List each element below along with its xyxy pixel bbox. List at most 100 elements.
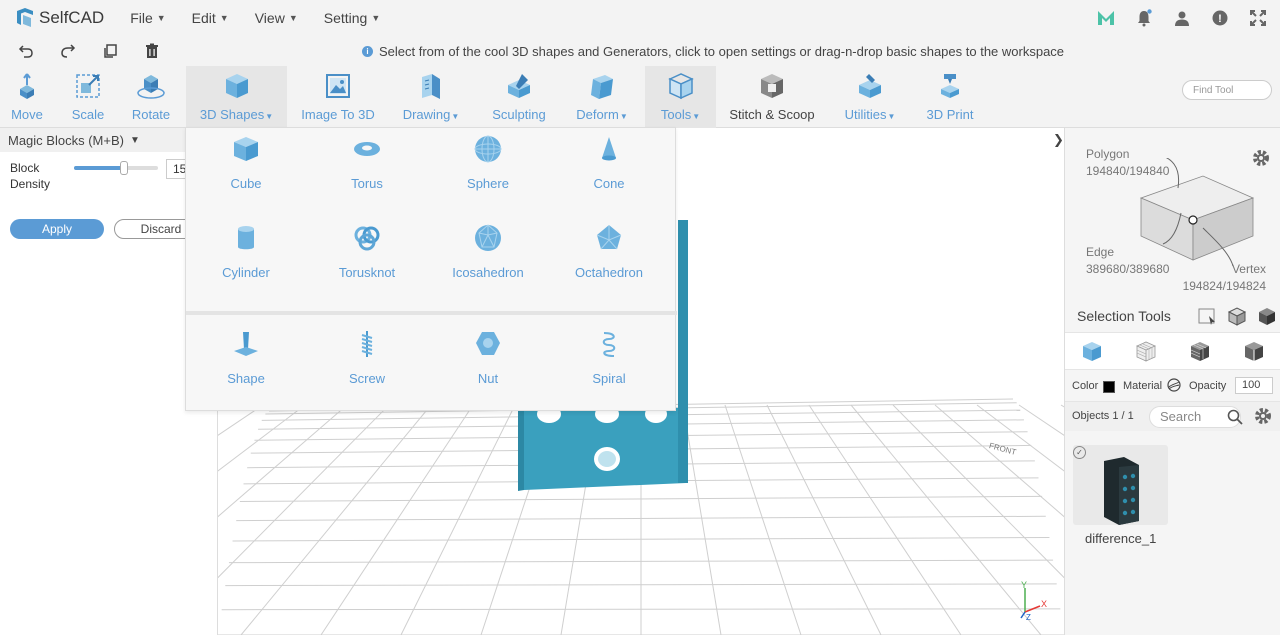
- chevron-down-icon: ▼: [371, 13, 381, 23]
- object-name: difference_1: [1085, 531, 1157, 546]
- scale-icon: [76, 74, 100, 98]
- user-avatar-icon[interactable]: [1170, 6, 1194, 30]
- app-logo[interactable]: SelfCAD: [14, 7, 104, 29]
- tool-move[interactable]: Move: [6, 66, 48, 128]
- main-toolbar: Move Scale Rotate 3D Shapes▼ Image To 3D…: [0, 66, 1280, 128]
- select-all-icon[interactable]: [1257, 306, 1277, 326]
- shape-cylinder[interactable]: Cylinder: [186, 223, 306, 280]
- shape-screw[interactable]: Screw: [307, 329, 427, 386]
- svg-text:!: !: [1218, 13, 1222, 25]
- cylinder-icon: [238, 226, 254, 250]
- selection-modes: [1065, 332, 1280, 370]
- tool-3d-shapes[interactable]: 3D Shapes▼: [186, 66, 287, 128]
- shape-shape[interactable]: Shape: [186, 329, 306, 386]
- nut-icon: [476, 332, 500, 355]
- face-mode-icon[interactable]: [1135, 340, 1157, 362]
- menu-setting[interactable]: Setting ▼: [324, 10, 381, 26]
- object-mode-icon[interactable]: [1081, 340, 1103, 362]
- shape-icosahedron[interactable]: Icosahedron: [428, 223, 548, 280]
- drawing-icon: [422, 74, 440, 99]
- help-icon[interactable]: !: [1208, 6, 1232, 30]
- select-box-icon[interactable]: [1197, 306, 1217, 326]
- opacity-label: Opacity: [1189, 380, 1227, 392]
- icosahedron-icon: [475, 224, 501, 251]
- sphere-icon: [474, 135, 502, 163]
- copy-icon[interactable]: [100, 41, 120, 61]
- m-brand-icon[interactable]: [1094, 6, 1118, 30]
- menubar: SelfCAD File ▼ Edit ▼ View ▼ Setting ▼ !: [0, 0, 1280, 36]
- 3d-shapes-menu: Cube Torus Sphere Cone Cylinder Toruskno…: [185, 127, 677, 411]
- notification-bell-icon[interactable]: [1132, 6, 1156, 30]
- tool-stitch-scoop[interactable]: Stitch & Scoop: [728, 66, 816, 128]
- chevron-down-icon: ▼: [451, 112, 460, 121]
- tool-drawing[interactable]: Drawing▼: [398, 66, 464, 128]
- octahedron-icon: [596, 225, 622, 250]
- menu-view[interactable]: View ▼: [255, 10, 298, 26]
- tool-sculpting[interactable]: Sculpting: [487, 66, 551, 128]
- slider-handle[interactable]: [120, 161, 129, 175]
- chevron-down-icon: ▼: [619, 112, 628, 121]
- object-settings-gear-icon[interactable]: [1253, 406, 1273, 426]
- opacity-input[interactable]: 100: [1235, 377, 1273, 394]
- redo-icon[interactable]: [58, 41, 78, 61]
- object-visible-check-icon[interactable]: ✓: [1073, 446, 1086, 459]
- settings-gear-icon[interactable]: [1251, 148, 1271, 171]
- tool-tools[interactable]: Tools▼: [645, 66, 716, 128]
- fullscreen-icon[interactable]: [1246, 6, 1270, 30]
- torus-icon: [354, 142, 380, 156]
- material-icon[interactable]: [1167, 378, 1181, 392]
- hint-bar: i Select from of the cool 3D shapes and …: [362, 44, 1064, 59]
- tools-icon: [667, 73, 694, 100]
- find-tool-input[interactable]: Find Tool: [1182, 80, 1272, 100]
- shape-cone[interactable]: Cone: [549, 134, 669, 191]
- trash-icon[interactable]: [142, 41, 162, 61]
- tool-image-to-3d[interactable]: Image To 3D: [299, 66, 377, 128]
- search-icon[interactable]: [1227, 409, 1243, 425]
- chevron-down-icon: ▼: [129, 134, 140, 146]
- menu-file[interactable]: File ▼: [130, 10, 165, 26]
- shape-octahedron[interactable]: Octahedron: [549, 223, 669, 280]
- chevron-down-icon: ▼: [692, 112, 701, 121]
- cube-icon: [225, 74, 248, 98]
- spiral-icon: [602, 332, 616, 357]
- density-slider[interactable]: [74, 161, 158, 175]
- edge-mode-icon[interactable]: [1189, 340, 1211, 362]
- shape-spiral[interactable]: Spiral: [549, 329, 669, 386]
- shape-cube[interactable]: Cube: [186, 134, 306, 191]
- deform-icon: [591, 75, 613, 99]
- object-thumbnail[interactable]: [1073, 445, 1168, 525]
- select-multi-icon[interactable]: [1227, 306, 1247, 326]
- color-swatch[interactable]: [1103, 381, 1115, 393]
- info-icon: i: [362, 46, 373, 57]
- shape-nut[interactable]: Nut: [428, 329, 548, 386]
- menu-edit[interactable]: Edit ▼: [192, 10, 229, 26]
- hint-text: Select from of the cool 3D shapes and Ge…: [379, 44, 1065, 59]
- menu-divider: [186, 311, 677, 315]
- selection-tools-header: Selection Tools: [1065, 300, 1280, 332]
- chevron-down-icon: ▼: [156, 13, 166, 23]
- tool-scale[interactable]: Scale: [70, 66, 106, 128]
- shape-torus[interactable]: Torus: [307, 134, 427, 191]
- svg-text:Y: Y: [1021, 580, 1027, 590]
- object-preview: [1104, 457, 1139, 525]
- tool-rotate[interactable]: Rotate: [128, 66, 174, 128]
- 3d-print-icon: [941, 74, 959, 98]
- color-label: Color: [1072, 380, 1099, 392]
- tool-3d-print[interactable]: 3D Print: [924, 66, 976, 128]
- material-label: Material: [1123, 380, 1163, 392]
- svg-text:X: X: [1041, 599, 1047, 609]
- shape-sphere[interactable]: Sphere: [428, 134, 548, 191]
- collapse-panel-icon[interactable]: ❯: [1053, 132, 1064, 148]
- rotate-icon: [137, 75, 165, 99]
- vertex-mode-icon[interactable]: [1243, 340, 1265, 362]
- shape-torusknot[interactable]: Torusknot: [307, 223, 427, 280]
- tool-utilities[interactable]: Utilities▼: [840, 66, 900, 128]
- screw-icon: [361, 331, 373, 357]
- density-label: Block Density: [10, 161, 51, 191]
- move-icon: [20, 73, 34, 99]
- sculpting-icon: [508, 74, 530, 98]
- utilities-icon: [859, 74, 881, 98]
- tool-deform[interactable]: Deform▼: [571, 66, 633, 128]
- apply-button[interactable]: Apply: [10, 219, 104, 239]
- undo-icon[interactable]: [16, 41, 36, 61]
